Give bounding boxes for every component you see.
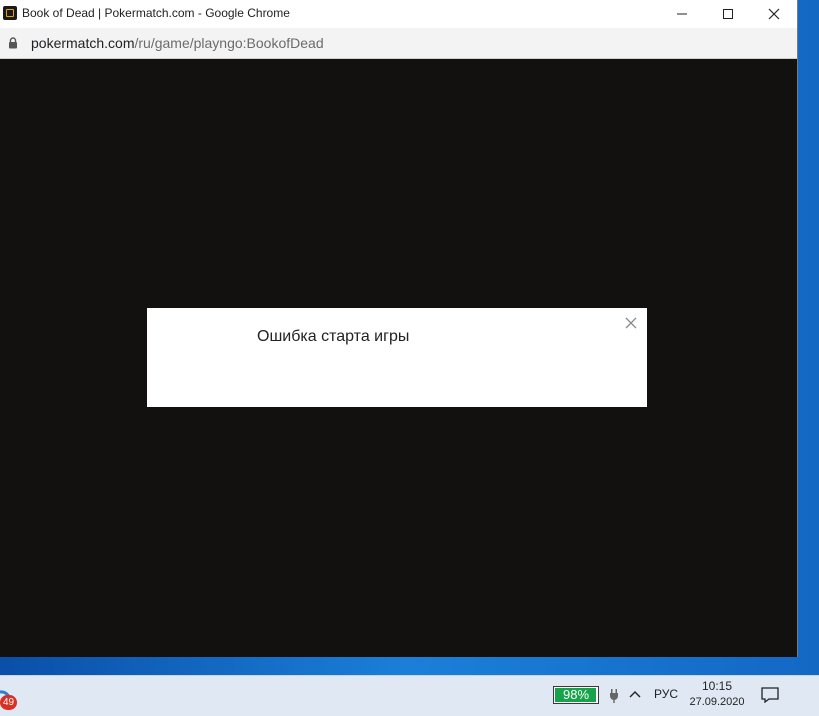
favicon-icon	[3, 6, 17, 20]
battery-indicator[interactable]: 98%	[553, 686, 599, 704]
close-icon	[768, 8, 780, 20]
clock-date: 27.09.2020	[689, 696, 745, 708]
error-message: Ошибка старта игры	[257, 328, 410, 345]
title-bar: Book of Dead | Pokermatch.com - Google C…	[0, 0, 797, 28]
maximize-icon	[723, 9, 733, 19]
language-indicator[interactable]: РУС	[654, 687, 678, 701]
taskbar: 49 98% РУС 10:15 27.09.2020	[0, 675, 819, 716]
notification-badge: 49	[0, 695, 17, 710]
window-title: Book of Dead | Pokermatch.com - Google C…	[22, 6, 290, 20]
dialog-close-icon[interactable]	[625, 317, 637, 329]
maximize-button[interactable]	[705, 0, 751, 28]
minimize-button[interactable]	[659, 0, 705, 28]
url-path: /ru/game/playngo:BookofDead	[134, 35, 324, 51]
battery-text: 98%	[562, 687, 590, 702]
minimize-icon	[677, 13, 687, 15]
lock-icon[interactable]	[8, 37, 18, 49]
error-dialog: Ошибка старта игры	[147, 308, 647, 407]
url-text[interactable]: pokermatch.com/ru/game/playngo:BookofDea…	[31, 35, 324, 51]
url-host: pokermatch.com	[31, 35, 135, 51]
chevron-up-icon[interactable]	[629, 690, 641, 698]
clock[interactable]: 10:15 27.09.2020	[686, 679, 748, 711]
plug-icon[interactable]	[609, 689, 619, 703]
address-bar[interactable]: pokermatch.com/ru/game/playngo:BookofDea…	[0, 28, 797, 59]
notification-icon[interactable]	[761, 687, 779, 703]
close-button[interactable]	[751, 0, 797, 28]
clock-time: 10:15	[701, 679, 733, 693]
